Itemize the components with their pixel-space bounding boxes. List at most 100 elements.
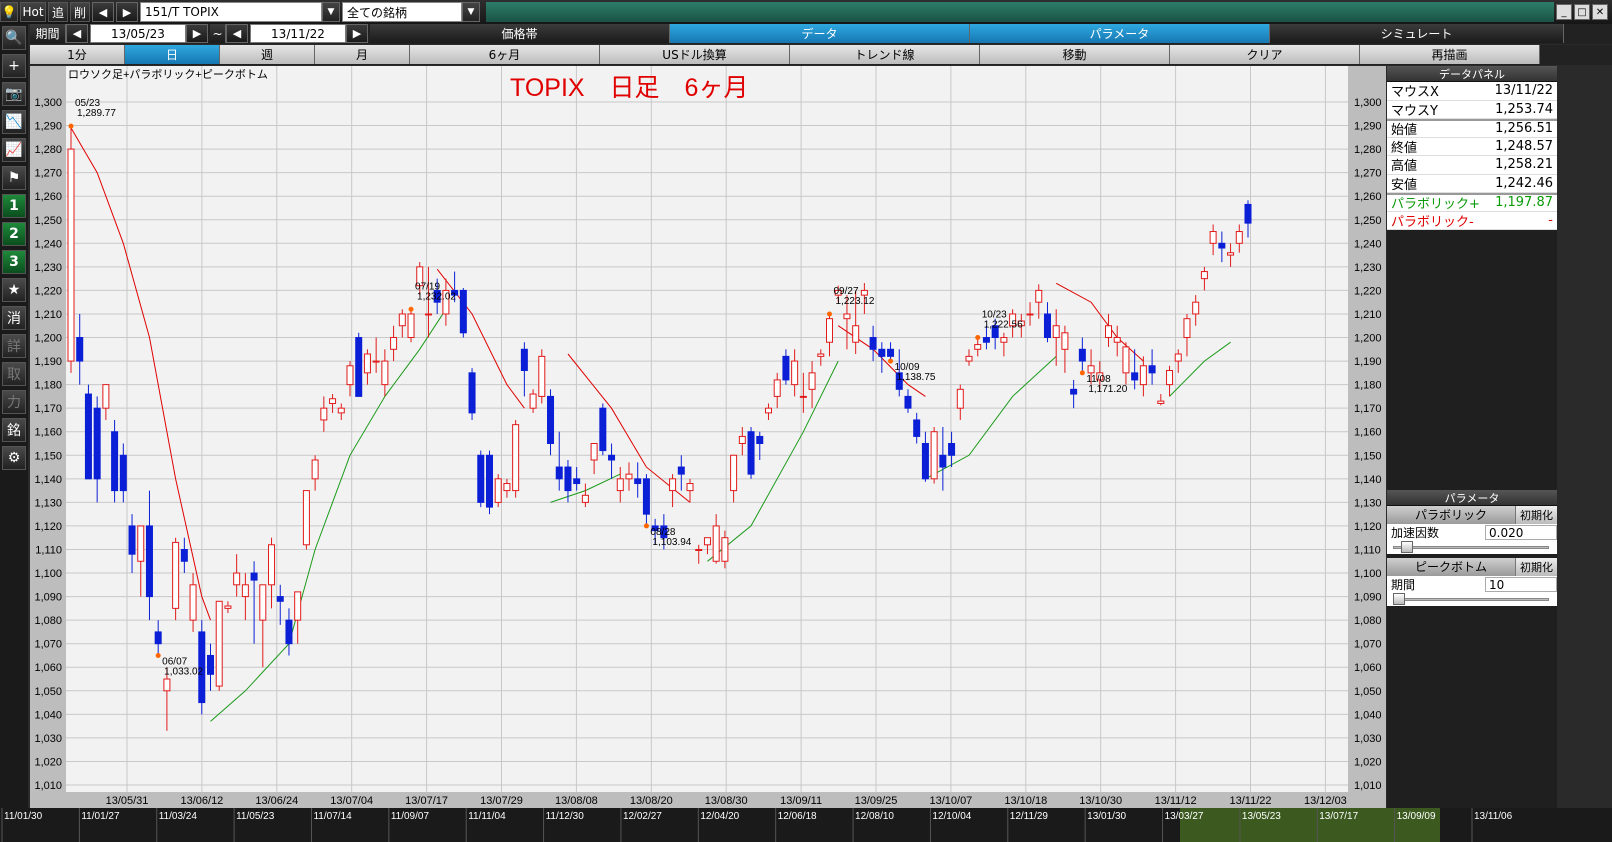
period-slider[interactable] <box>1387 592 1557 606</box>
close-icon[interactable]: ✕ <box>1592 4 1608 20</box>
data-panel-row: マウスX 13/11/22 <box>1387 82 1557 101</box>
candle-body <box>355 337 363 397</box>
price-chart[interactable]: 1,300 1,300 1,290 1,290 1,280 1,280 1,270 1,270… <box>30 66 1386 808</box>
y-tick-label-left: 1,160 <box>34 427 62 439</box>
x-tick-label: 13/11/22 <box>1229 795 1271 807</box>
gear-icon[interactable]: ⚙ <box>2 446 26 470</box>
chart-app-window: 💡 Hot 追 削 ◀ ▶ 151/T TOPIX ▼ 全ての銘柄 ▼ _ □ … <box>0 0 1612 842</box>
delete-button[interactable]: 削 <box>70 2 90 22</box>
tool-button-10[interactable]: 消 <box>2 306 26 330</box>
interval-week-button[interactable]: 週 <box>220 45 315 64</box>
tool-button-6[interactable]: 1 <box>2 194 26 218</box>
candle-body <box>1105 325 1113 339</box>
move-button[interactable]: 移動 <box>980 45 1170 64</box>
data-panel-label: マウスY <box>1391 103 1438 119</box>
candle-body <box>1113 337 1121 343</box>
chevron-down-icon[interactable]: ▼ <box>322 2 340 22</box>
candle-body <box>1235 231 1243 244</box>
tool-button-13[interactable]: 力 <box>2 390 26 414</box>
tool-button-12[interactable]: 取 <box>2 362 26 386</box>
overview-svg[interactable]: 11/01/30 11/01/27 11/03/24 11/05/23 11/07/14… <box>0 808 1612 842</box>
y-tick-label-left: 1,150 <box>34 450 62 462</box>
y-tick-label-right: 1,300 <box>1354 97 1382 109</box>
candle-body <box>1070 388 1078 395</box>
plus-icon[interactable]: + <box>2 54 26 78</box>
range-6month-button[interactable]: 6ヶ月 <box>410 45 600 64</box>
interval-day-button[interactable]: 日 <box>125 45 220 64</box>
candle-body <box>799 395 807 398</box>
start-date-field[interactable]: 13/05/23 <box>90 24 186 43</box>
tab-parameters[interactable]: パラメータ <box>970 24 1270 43</box>
period-input[interactable]: 10 <box>1485 576 1557 592</box>
strip-date-label: 13/07/17 <box>1319 811 1358 822</box>
clear-button[interactable]: クリア <box>1170 45 1360 64</box>
tool-button-14[interactable]: 銘 <box>2 418 26 442</box>
magnifier-icon[interactable]: 🔍 <box>2 26 26 50</box>
title-bar <box>486 2 1554 22</box>
data-panel-label: 終値 <box>1391 140 1418 156</box>
data-panel-value: 1,242.46 <box>1495 175 1553 191</box>
maximize-icon[interactable]: □ <box>1574 4 1590 20</box>
add-button[interactable]: 追 <box>48 2 68 22</box>
filter-select[interactable]: 全ての銘柄 <box>342 2 462 22</box>
data-panel-table: マウスX 13/11/22 マウスY 1,253.74 始値 1,256.51 終値 1,24… <box>1387 82 1557 230</box>
tab-data[interactable]: データ <box>670 24 970 43</box>
candle-body <box>329 398 337 404</box>
lightbulb-icon[interactable]: 💡 <box>0 2 18 22</box>
strip-date-label: 12/11/29 <box>1010 811 1049 822</box>
usd-convert-button[interactable]: USドル換算 <box>600 45 790 64</box>
candle-body <box>808 372 816 390</box>
line-chart-icon[interactable]: 📉 <box>2 110 26 134</box>
chart-subtitle: ロウソク足+パラボリック+ピークボトム <box>68 68 268 81</box>
candle-body <box>172 541 180 609</box>
candle-body <box>529 393 537 409</box>
acceleration-input[interactable]: 0.020 <box>1485 524 1557 540</box>
indicator-chart-icon[interactable]: 📈 <box>2 138 26 162</box>
chart-svg[interactable]: 1,300 1,300 1,290 1,290 1,280 1,280 1,270 1,270… <box>30 66 1386 808</box>
candle-body <box>878 348 886 357</box>
overview-strip[interactable]: 11/01/30 11/01/27 11/03/24 11/05/23 11/07/14… <box>0 808 1612 842</box>
candle-body <box>76 337 84 362</box>
candle-body <box>259 584 267 621</box>
redraw-button[interactable]: 再描画 <box>1360 45 1540 64</box>
peak-bottom-value: 1,103.94 <box>652 537 691 548</box>
data-panel-label: 高値 <box>1391 159 1418 175</box>
symbol-field[interactable]: 151/T TOPIX <box>140 2 322 22</box>
tool-button-8[interactable]: 3 <box>2 250 26 274</box>
triangle-left-icon[interactable]: ◀ <box>226 24 248 43</box>
candle-body <box>939 454 947 468</box>
triangle-left-icon[interactable]: ◀ <box>92 2 114 22</box>
tool-button-7[interactable]: 2 <box>2 222 26 246</box>
camera-icon[interactable]: 📷 <box>2 82 26 106</box>
candle-body <box>703 537 711 546</box>
trendline-button[interactable]: トレンド線 <box>790 45 980 64</box>
triangle-right-icon[interactable]: ▶ <box>346 24 368 43</box>
slider-thumb[interactable] <box>1401 541 1414 553</box>
star-icon[interactable]: ★ <box>2 278 26 302</box>
minimize-icon[interactable]: _ <box>1556 4 1572 20</box>
tab-price-zone[interactable]: 価格帯 <box>370 24 670 43</box>
acceleration-slider[interactable] <box>1387 540 1557 554</box>
triangle-left-icon[interactable]: ◀ <box>66 24 88 43</box>
candle-body <box>826 318 834 343</box>
y-tick-label-left: 1,050 <box>34 686 62 698</box>
candle-body <box>712 525 720 562</box>
slider-thumb[interactable] <box>1393 593 1405 605</box>
y-tick-label-right: 1,140 <box>1354 474 1382 486</box>
parabolic-reset-button[interactable]: 初期化 <box>1515 505 1557 524</box>
chevron-down-icon[interactable]: ▼ <box>462 2 480 22</box>
plot-area <box>66 66 1348 792</box>
tool-button-11[interactable]: 詳 <box>2 334 26 358</box>
hot-button[interactable]: Hot <box>20 2 46 22</box>
end-date-field[interactable]: 13/11/22 <box>250 24 346 43</box>
y-tick-label-left: 1,180 <box>34 380 62 392</box>
tab-simulate[interactable]: シミュレート <box>1270 24 1564 43</box>
triangle-right-icon[interactable]: ▶ <box>116 2 138 22</box>
interval-1min-button[interactable]: 1分 <box>30 45 125 64</box>
triangle-right-icon[interactable]: ▶ <box>186 24 208 43</box>
candle-body <box>1166 369 1174 386</box>
flag-icon[interactable]: ⚑ <box>2 166 26 190</box>
interval-month-button[interactable]: 月 <box>315 45 410 64</box>
y-tick-label-left: 1,070 <box>34 639 62 651</box>
peakbottom-reset-button[interactable]: 初期化 <box>1515 557 1557 576</box>
